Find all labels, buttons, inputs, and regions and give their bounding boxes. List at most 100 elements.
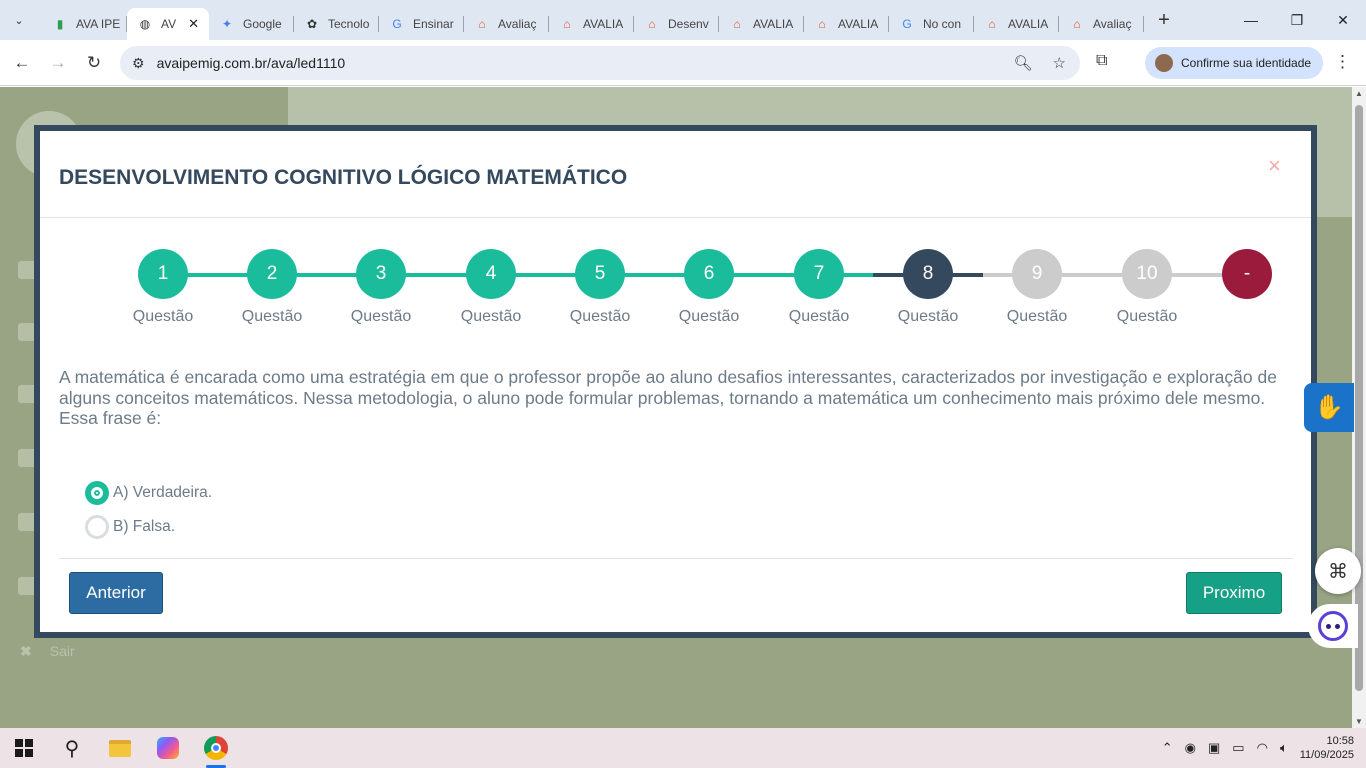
chrome-taskbar-icon[interactable]: [192, 728, 240, 768]
step--[interactable]: -: [1207, 249, 1287, 308]
previous-button[interactable]: Anterior: [69, 572, 163, 614]
restore-icon[interactable]: ❐: [1274, 0, 1320, 40]
radio-unselected[interactable]: [85, 515, 109, 539]
close-icon[interactable]: ×: [1268, 153, 1281, 179]
step-circle[interactable]: 4: [466, 249, 516, 299]
step-circle[interactable]: 1: [138, 249, 188, 299]
step-circle[interactable]: 3: [356, 249, 406, 299]
step-circle[interactable]: 9: [1012, 249, 1062, 299]
tab-label: AVA IPE: [76, 17, 121, 31]
tray-chevron-up-icon[interactable]: ⌃: [1162, 740, 1173, 756]
browser-tab[interactable]: G No con: [889, 8, 974, 40]
step-circle[interactable]: 5: [575, 249, 625, 299]
browser-tab[interactable]: ✿ Tecnolo: [294, 8, 379, 40]
gemini-icon: ✦: [221, 17, 233, 31]
step-label: Questão: [460, 308, 522, 325]
step-5[interactable]: 5 Questão: [560, 249, 640, 326]
option-a[interactable]: A) Verdadeira.: [85, 481, 212, 505]
new-tab-plus-icon[interactable]: +: [1150, 6, 1178, 34]
browser-tab[interactable]: ⌂ AVALIA: [549, 8, 634, 40]
file-explorer-icon[interactable]: [96, 728, 144, 768]
tab-search-chevron-icon[interactable]: ⌄: [6, 7, 32, 33]
browser-menu-kebab-icon[interactable]: ⋮: [1334, 52, 1351, 72]
step-circle[interactable]: 6: [684, 249, 734, 299]
scroll-down-arrow-icon[interactable]: ▼: [1355, 717, 1363, 726]
window-controls: — ❐ ✕: [1228, 0, 1366, 40]
exit-x-icon: ✖: [20, 643, 32, 659]
tab-label: AVALIA: [1008, 17, 1049, 31]
step-8[interactable]: 8 Questão: [888, 249, 968, 326]
tabs-container: ▮ AVA IPE ◍ AV ✕ ✦ Google ✿ Tecnolo G Ensinar ⌂ Aval…: [42, 0, 1144, 40]
accessibility-menu-icon[interactable]: ⌘: [1315, 548, 1361, 594]
wifi-icon[interactable]: ◠: [1257, 740, 1268, 756]
step-6[interactable]: 6 Questão: [669, 249, 749, 326]
copilot-icon[interactable]: [144, 728, 192, 768]
browser-tab[interactable]: ⌂ Avaliaç: [1059, 8, 1144, 40]
bookmark-star-icon[interactable]: ☆: [1053, 54, 1066, 72]
browser-tab[interactable]: ⌂ Desenv: [634, 8, 719, 40]
site-info-tune-icon[interactable]: ⚙: [132, 55, 145, 72]
chat-assistant-bot[interactable]: [1308, 604, 1358, 648]
forward-arrow-icon[interactable]: →: [40, 45, 76, 81]
zoom-icon[interactable]: 🔍︎: [1014, 54, 1033, 72]
profile-identity-button[interactable]: Confirme sua identidade: [1145, 47, 1323, 79]
browser-tab[interactable]: ✦ Google: [209, 8, 294, 40]
volume-icon[interactable]: 🔈︎: [1280, 740, 1288, 756]
tab-close-icon[interactable]: ✕: [188, 16, 199, 32]
windows-start-icon[interactable]: [0, 728, 48, 768]
sidebar-exit[interactable]: ✖ Sair: [20, 643, 75, 660]
browser-tab[interactable]: G Ensinar: [379, 8, 464, 40]
reload-icon[interactable]: ↻: [76, 45, 112, 81]
address-bar[interactable]: ⚙ avaipemig.com.br/ava/led1110 🔍︎ ☆: [120, 46, 1080, 80]
next-button[interactable]: Proximo: [1186, 572, 1282, 614]
ava-house-icon: ⌂: [733, 17, 741, 31]
browser-tab[interactable]: ⌂ AVALIA: [719, 8, 804, 40]
tray-battery-icon[interactable]: ▭: [1232, 740, 1244, 756]
globe-icon: ◍: [139, 17, 151, 31]
step-label: Questão: [1116, 308, 1178, 325]
minimize-icon[interactable]: —: [1228, 0, 1274, 40]
windows-taskbar: ⚲ ⌃ ◉ ▣ ▭ ◠ 🔈︎ 10:58 11/09/2025: [0, 728, 1366, 768]
ava-house-icon: ⌂: [1073, 17, 1081, 31]
option-b[interactable]: B) Falsa.: [85, 515, 175, 539]
system-tray: ⌃ ◉ ▣ ▭ ◠ 🔈︎ 10:58 11/09/2025: [1162, 728, 1366, 768]
step-2[interactable]: 2 Questão: [232, 249, 312, 326]
clock-time: 10:58: [1326, 735, 1354, 747]
step-3[interactable]: 3 Questão: [341, 249, 421, 326]
tab-label: AVALIA: [753, 17, 794, 31]
step-1[interactable]: 1 Questão: [123, 249, 203, 326]
step-label: Questão: [569, 308, 631, 325]
step-4[interactable]: 4 Questão: [451, 249, 531, 326]
tab-label: Avaliaç: [498, 17, 537, 31]
scroll-up-arrow-icon[interactable]: ▲: [1355, 89, 1363, 98]
browser-tab[interactable]: ⌂ AVALIA: [804, 8, 889, 40]
quiz-modal: DESENVOLVIMENTO COGNITIVO LÓGICO MATEMÁT…: [34, 125, 1317, 638]
browser-tab[interactable]: ◍ AV ✕: [127, 8, 209, 40]
step-circle[interactable]: 8: [903, 249, 953, 299]
ava-house-icon: ⌂: [988, 17, 996, 31]
step-10[interactable]: 10 Questão: [1107, 249, 1187, 326]
tab-label: AVALIA: [838, 17, 879, 31]
close-window-icon[interactable]: ✕: [1320, 0, 1366, 40]
browser-tab[interactable]: ▮ AVA IPE: [42, 8, 127, 40]
step-circle[interactable]: 2: [247, 249, 297, 299]
step-circle[interactable]: 10: [1122, 249, 1172, 299]
system-clock[interactable]: 10:58 11/09/2025: [1300, 734, 1354, 762]
radio-selected[interactable]: [85, 481, 109, 505]
step-circle[interactable]: -: [1222, 249, 1272, 299]
back-arrow-icon[interactable]: ←: [4, 45, 40, 81]
extensions-puzzle-icon[interactable]: ⧉: [1096, 52, 1107, 70]
tab-label: No con: [923, 17, 962, 31]
step-circle[interactable]: 7: [794, 249, 844, 299]
url-text[interactable]: avaipemig.com.br/ava/led1110: [157, 55, 346, 71]
bot-face-icon: [1318, 611, 1348, 641]
tray-security-icon[interactable]: ◉: [1185, 740, 1196, 756]
browser-tab[interactable]: ⌂ AVALIA: [974, 8, 1059, 40]
browser-tab[interactable]: ⌂ Avaliaç: [464, 8, 549, 40]
step-7[interactable]: 7 Questão: [779, 249, 859, 326]
search-icon[interactable]: ⚲: [48, 728, 96, 768]
tab-label: Ensinar: [413, 17, 454, 31]
tray-display-icon[interactable]: ▣: [1208, 740, 1220, 756]
sign-language-hands-icon[interactable]: ✋: [1304, 383, 1354, 432]
step-9[interactable]: 9 Questão: [997, 249, 1077, 326]
